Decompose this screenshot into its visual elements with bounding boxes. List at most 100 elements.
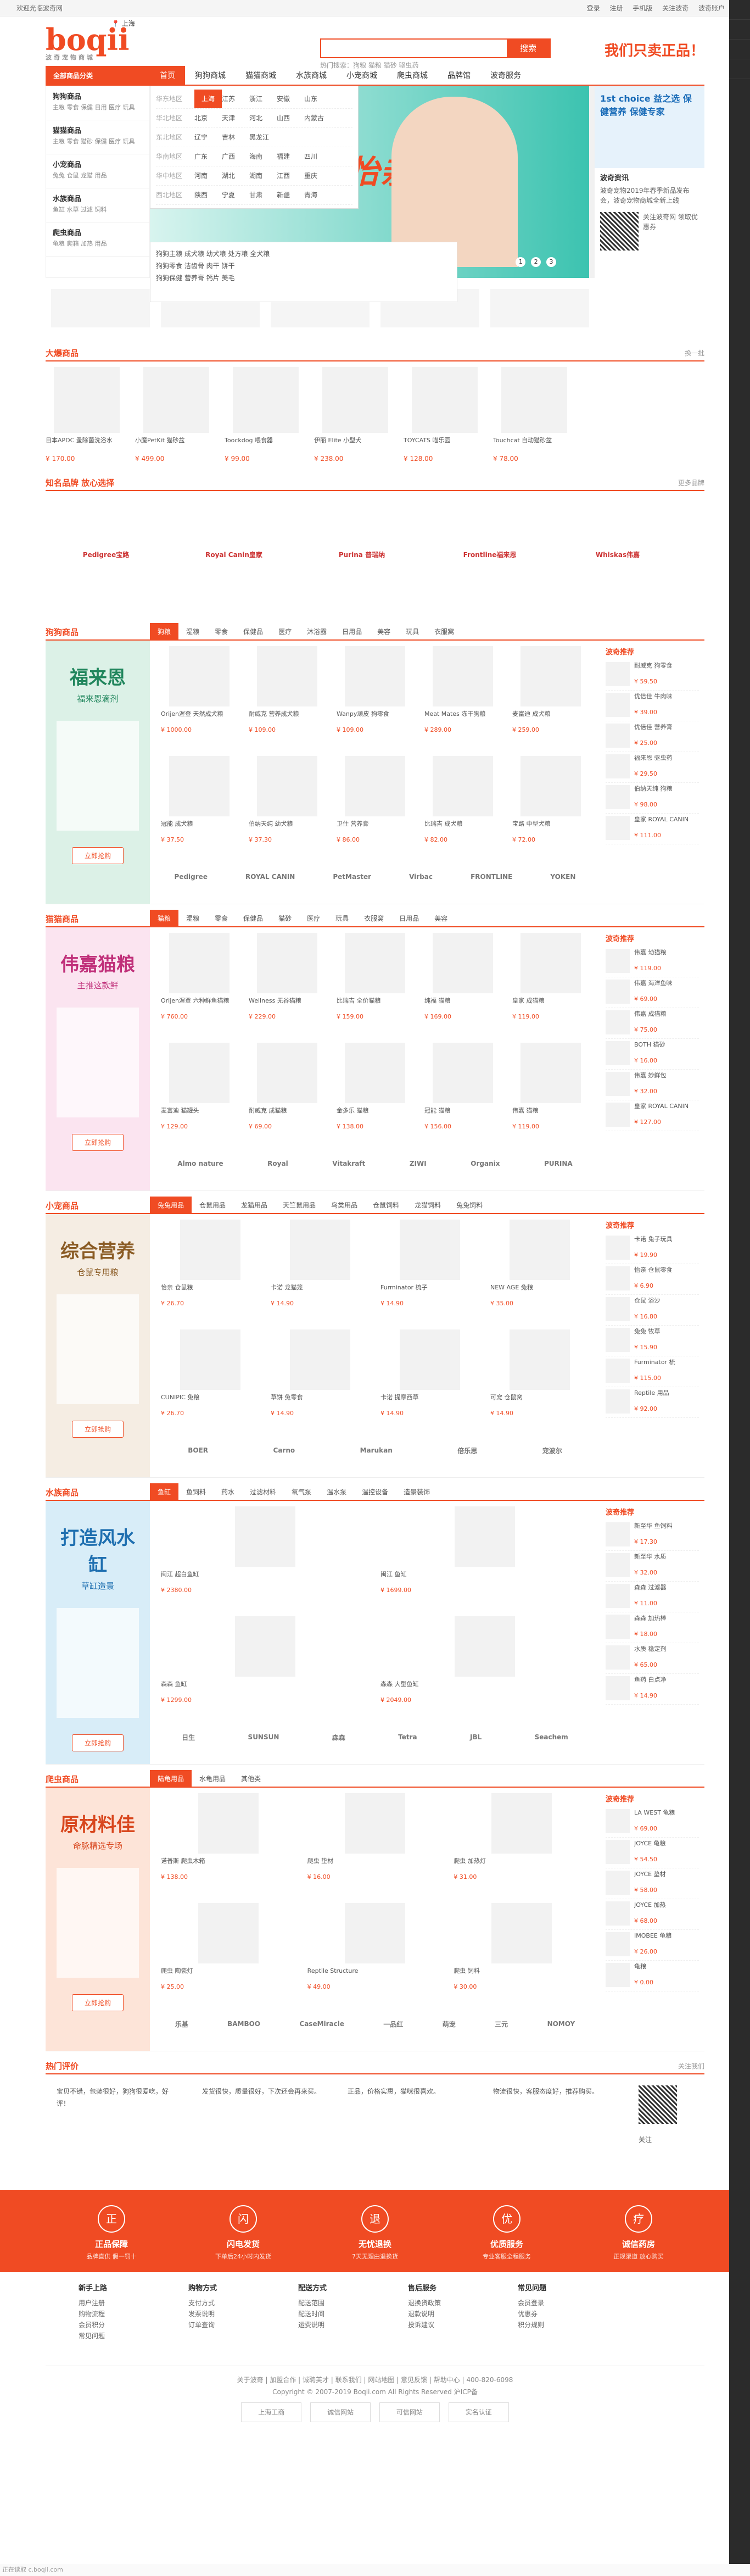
- brand-logo[interactable]: PetMaster: [333, 873, 371, 881]
- recommend-item[interactable]: 皇家 ROYAL CANIN ¥ 127.00: [606, 1100, 699, 1131]
- brand-name[interactable]: Royal Canin皇家: [205, 551, 262, 559]
- product-title[interactable]: 诺普斯 爬虫木箱: [161, 1857, 296, 1873]
- product-card[interactable]: 森森 鱼缸 ¥ 1299.00: [155, 1611, 375, 1721]
- city-option[interactable]: 天津: [222, 109, 249, 127]
- recommend-title[interactable]: 新至华 鱼饲料: [634, 1522, 699, 1538]
- recommend-image[interactable]: [606, 816, 630, 840]
- product-image[interactable]: [455, 1506, 515, 1567]
- product-card[interactable]: 伟嘉 猫粮 ¥ 119.00: [507, 1037, 595, 1147]
- product-image[interactable]: [257, 933, 317, 993]
- service-item[interactable]: 正正品保障 品牌直供 假一罚十: [46, 2190, 177, 2261]
- city-option[interactable]: 江西: [277, 166, 304, 185]
- city-option[interactable]: 广西: [222, 147, 249, 166]
- recommend-item[interactable]: 兔兔 牧草 ¥ 15.90: [606, 1326, 699, 1356]
- product-card[interactable]: 爬虫 加热灯 ¥ 31.00: [448, 1788, 595, 1898]
- product-image[interactable]: [345, 1043, 405, 1103]
- product-title[interactable]: Wellness 无谷猫粮: [249, 997, 326, 1013]
- recommend-image[interactable]: [606, 693, 630, 717]
- recommend-image[interactable]: [606, 754, 630, 778]
- floor-promo[interactable]: 福来恩 福来恩滴剂 立即抢购: [46, 641, 150, 904]
- floor-tab[interactable]: 湿粮: [178, 910, 207, 927]
- brand-logo[interactable]: CaseMiracle: [299, 2020, 344, 2028]
- floor-promo[interactable]: 原材料佳 命脉精选专场 立即抢购: [46, 1788, 150, 2051]
- recommend-image[interactable]: [606, 1615, 630, 1639]
- product-title[interactable]: CUNIPIC 兔粮: [161, 1393, 260, 1410]
- product-image[interactable]: [290, 1220, 350, 1280]
- product-card[interactable]: 冠能 成犬粮 ¥ 37.50: [155, 750, 243, 860]
- product-title[interactable]: 爬虫 垫材: [307, 1857, 443, 1873]
- product-card[interactable]: 爬虫 饲料 ¥ 30.00: [448, 1898, 595, 2007]
- product-card[interactable]: 日本APDC 蚤除菌洗浴水 ¥ 170.00: [46, 361, 128, 468]
- floor-tab[interactable]: 医疗: [299, 910, 328, 927]
- city-option[interactable]: 黑龙江: [249, 128, 277, 147]
- city-option[interactable]: 吉林: [222, 128, 249, 147]
- product-card[interactable]: 卡诺 提摩西草 ¥ 14.90: [375, 1324, 485, 1434]
- product-card[interactable]: 闽江 鱼缸 ¥ 1699.00: [375, 1501, 595, 1611]
- floor-promo[interactable]: 伟嘉猫粮 主推这款鲜 立即抢购: [46, 927, 150, 1190]
- recommend-title[interactable]: LA WEST 龟粮: [634, 1809, 699, 1824]
- nav-item[interactable]: 品牌馆: [438, 66, 480, 86]
- product-title[interactable]: 森森 大型鱼缸: [380, 1680, 589, 1696]
- recommend-item[interactable]: JOYCE 加热 ¥ 68.00: [606, 1899, 699, 1930]
- nav-item[interactable]: 首页: [150, 66, 185, 86]
- city-option[interactable]: 上海: [194, 90, 222, 108]
- help-link[interactable]: 运费说明: [298, 2319, 375, 2330]
- product-title[interactable]: 皇家 成猫粮: [512, 997, 589, 1013]
- product-card[interactable]: 比瑞吉 成犬粮 ¥ 82.00: [419, 750, 507, 860]
- product-image[interactable]: [433, 1043, 493, 1103]
- city-option[interactable]: 内蒙古: [304, 109, 332, 127]
- recommend-item[interactable]: 龟粮 ¥ 0.00: [606, 1961, 699, 1991]
- product-image[interactable]: [491, 1903, 552, 1963]
- product-title[interactable]: 伊丽 Elite 小型犬: [314, 436, 396, 453]
- product-image[interactable]: [233, 367, 299, 433]
- mobile-link[interactable]: 手机版: [633, 4, 652, 12]
- product-title[interactable]: 卡诺 龙猫笼: [271, 1283, 370, 1300]
- product-card[interactable]: 闽江 超白鱼缸 ¥ 2380.00: [155, 1501, 375, 1611]
- floor-tab[interactable]: 鱼饲料: [178, 1483, 214, 1501]
- city-option[interactable]: 北京: [194, 109, 222, 127]
- brand-logo[interactable]: Organix: [471, 1160, 500, 1167]
- product-card[interactable]: 爬虫 陶瓷灯 ¥ 25.00: [155, 1898, 302, 2007]
- floor-tab[interactable]: 零食: [207, 910, 236, 927]
- brand-logo[interactable]: Royal: [267, 1160, 288, 1167]
- floor-tab[interactable]: 鸟类用品: [323, 1197, 365, 1214]
- help-link[interactable]: 购物流程: [79, 2308, 155, 2319]
- recommend-item[interactable]: 怡亲 仓鼠零食 ¥ 6.90: [606, 1264, 699, 1295]
- product-title[interactable]: NEW AGE 兔粮: [490, 1283, 589, 1300]
- recommend-image[interactable]: [606, 785, 630, 809]
- floor-tab[interactable]: 狗粮: [150, 623, 179, 641]
- brand-logo[interactable]: BOER: [188, 1446, 208, 1454]
- product-card[interactable]: 小魔PetKit 猫砂盆 ¥ 499.00: [135, 361, 217, 468]
- product-card[interactable]: 可宠 仓鼠窝 ¥ 14.90: [485, 1324, 595, 1434]
- product-title[interactable]: Touchcat 自动猫砂盆: [493, 436, 575, 453]
- login-link[interactable]: 登录: [587, 4, 600, 12]
- recommend-title[interactable]: 卡诺 兔子玩具: [634, 1236, 699, 1251]
- floor-tab[interactable]: 医疗: [271, 623, 299, 641]
- recommend-item[interactable]: JOYCE 龟粮 ¥ 54.50: [606, 1838, 699, 1868]
- city-option[interactable]: 海南: [249, 147, 277, 166]
- city-option[interactable]: 广东: [194, 147, 222, 166]
- floor-tab[interactable]: 美容: [427, 910, 455, 927]
- brand-logo[interactable]: 萌宠: [443, 2019, 456, 2029]
- product-image[interactable]: [257, 756, 317, 816]
- toolbar-top-icon[interactable]: [729, 59, 750, 79]
- recommend-item[interactable]: LA WEST 龟粮 ¥ 69.00: [606, 1807, 699, 1838]
- recommend-image[interactable]: [606, 1266, 630, 1290]
- recommend-item[interactable]: 耐威克 狗零食 ¥ 59.50: [606, 660, 699, 691]
- recommend-title[interactable]: IMOBEE 龟粮: [634, 1932, 699, 1948]
- category-group[interactable]: 爬虫商品 龟粮 爬箱 加热 用品: [46, 222, 149, 257]
- floor-tab[interactable]: 猫砂: [271, 910, 299, 927]
- product-card[interactable]: Touchcat 自动猫砂盆 ¥ 78.00: [493, 361, 575, 468]
- product-title[interactable]: 比瑞吉 成犬粮: [424, 820, 501, 836]
- location-selector[interactable]: 📍 上海: [111, 19, 135, 28]
- recommend-title[interactable]: 伟嘉 妙鲜包: [634, 1072, 699, 1087]
- recommend-item[interactable]: 优倍佳 牛肉味 ¥ 39.00: [606, 691, 699, 721]
- recommend-title[interactable]: 森森 过滤器: [634, 1584, 699, 1599]
- brand-name[interactable]: Purina 普瑞纳: [339, 551, 385, 559]
- help-link[interactable]: 投诉建议: [408, 2319, 485, 2330]
- promo-item[interactable]: [51, 289, 150, 327]
- recommend-title[interactable]: 兔兔 牧草: [634, 1328, 699, 1343]
- product-title[interactable]: 金多乐 猫粮: [337, 1106, 413, 1123]
- product-title[interactable]: 耐威克 营养成犬粮: [249, 710, 326, 726]
- more-brands-link[interactable]: 更多品牌: [678, 478, 704, 487]
